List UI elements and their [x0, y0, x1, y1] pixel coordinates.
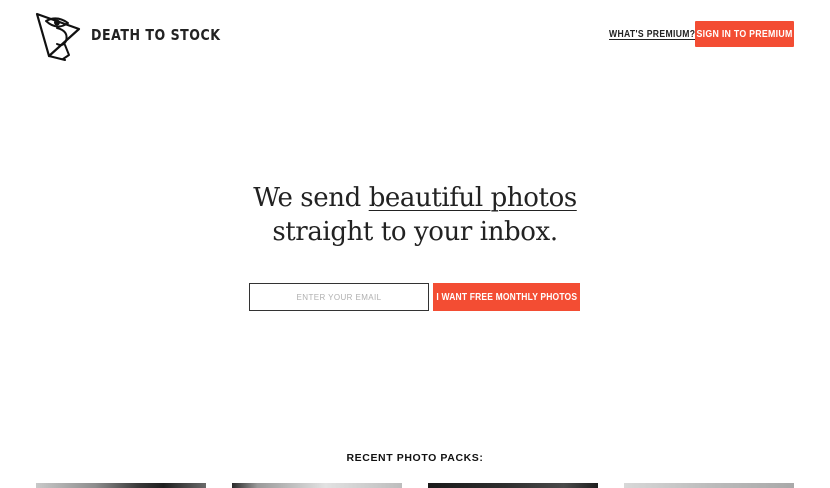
death-to-stock-logo-icon[interactable] — [35, 11, 81, 61]
whats-premium-link[interactable]: WHAT'S PREMIUM? — [609, 29, 695, 40]
brand-name[interactable]: DEATH TO STOCK — [91, 26, 221, 44]
photo-pack-thumbnail[interactable] — [624, 483, 794, 488]
recent-photo-packs-heading: RECENT PHOTO PACKS: — [346, 452, 484, 464]
email-input[interactable] — [249, 283, 429, 311]
hero-line-1: We send beautiful photos — [0, 181, 830, 215]
photo-pack-thumbnail[interactable] — [36, 483, 206, 488]
hero-line-1-prefix: We send — [253, 183, 369, 213]
photo-pack-thumbnail[interactable] — [428, 483, 598, 488]
beautiful-photos-link[interactable]: beautiful photos — [369, 183, 577, 213]
free-monthly-photos-button[interactable]: I WANT FREE MONTHLY PHOTOS — [433, 283, 580, 311]
sign-in-premium-button[interactable]: SIGN IN TO PREMIUM — [695, 21, 794, 47]
hero-headline: We send beautiful photos straight to you… — [0, 181, 830, 249]
sign-in-premium-label: SIGN IN TO PREMIUM — [696, 28, 793, 40]
free-monthly-photos-label: I WANT FREE MONTHLY PHOTOS — [436, 291, 577, 303]
hero-line-2: straight to your inbox. — [272, 217, 558, 247]
photo-pack-thumbnail[interactable] — [232, 483, 402, 488]
